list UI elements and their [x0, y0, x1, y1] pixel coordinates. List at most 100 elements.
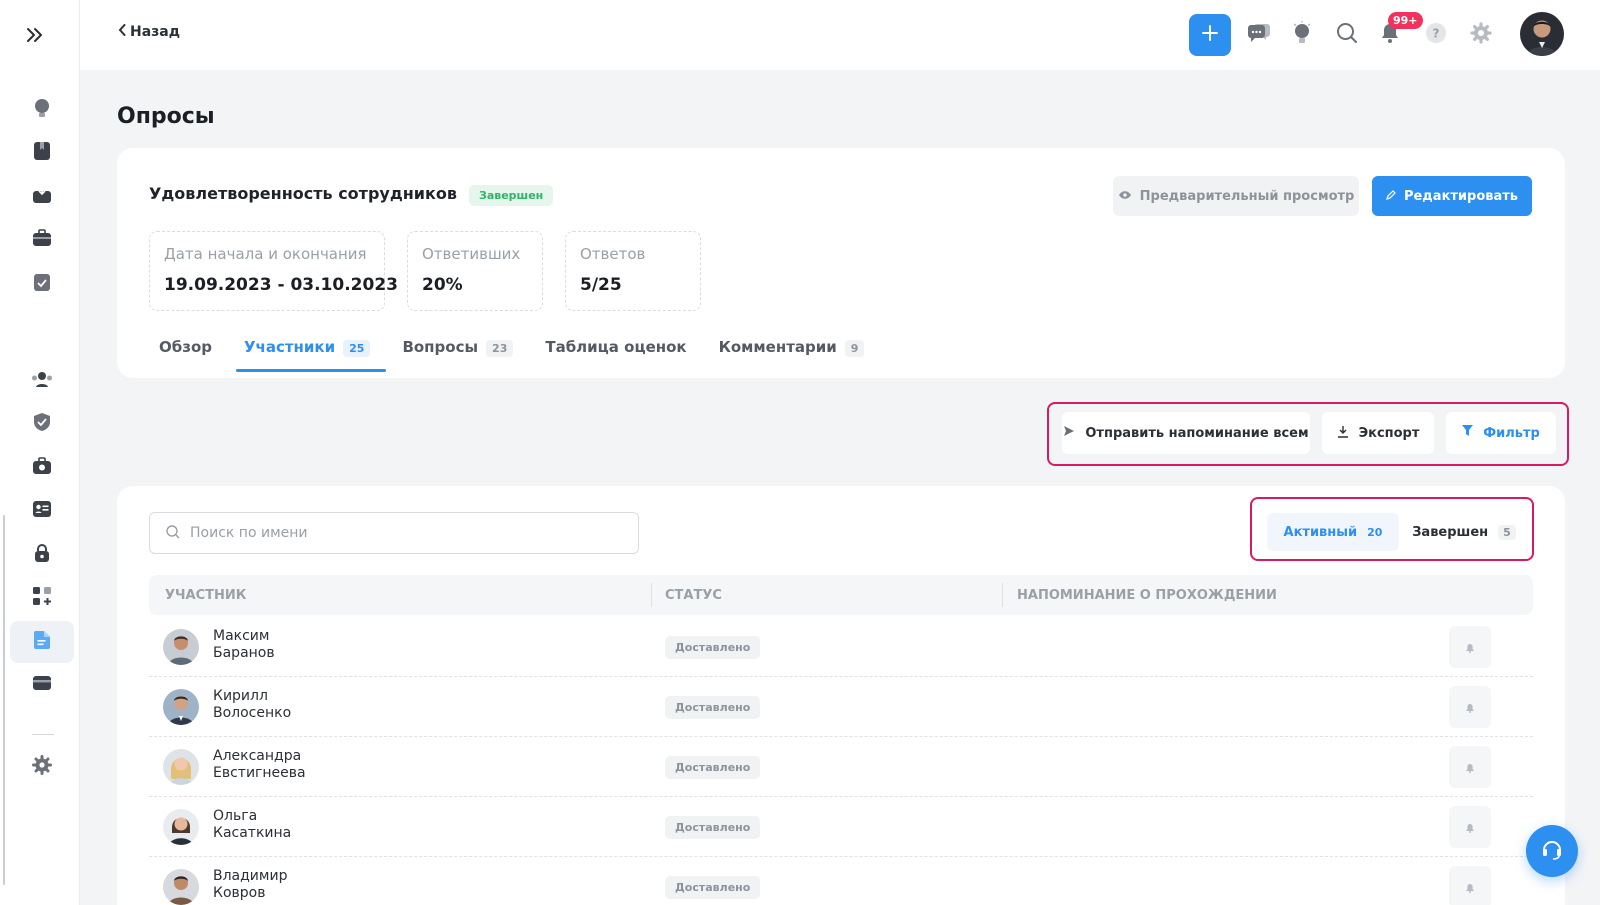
sidebar-item-tasks[interactable]	[10, 263, 74, 305]
table-row: Ольга Касаткина Доставлено	[149, 797, 1533, 857]
remind-button[interactable]	[1449, 686, 1491, 728]
column-divider	[1002, 583, 1003, 607]
filter-icon	[1462, 425, 1474, 441]
delivery-status: Доставлено	[665, 756, 761, 779]
tab-count: 9	[844, 340, 865, 357]
column-status: Статус	[665, 587, 722, 603]
participant-name: Александра Евстигнеева	[213, 748, 306, 781]
help-button[interactable]: ?	[1415, 14, 1457, 56]
sidebar-item-settings[interactable]	[10, 746, 74, 788]
remind-button[interactable]	[1449, 626, 1491, 668]
sidebar-item-profiles[interactable]	[10, 490, 74, 532]
shield-icon	[33, 412, 51, 436]
tab-count: 23	[486, 340, 514, 357]
sidebar-scrollbar[interactable]	[3, 515, 5, 885]
settings-button[interactable]	[1460, 14, 1502, 56]
gear-icon	[32, 755, 52, 779]
chat-icon	[1247, 22, 1271, 48]
search-field[interactable]	[149, 512, 639, 554]
chevron-left-icon	[118, 24, 126, 40]
ideas-button[interactable]	[1281, 14, 1323, 56]
back-label: Назад	[130, 24, 181, 40]
bell-icon	[1466, 818, 1474, 837]
sidebar-item-surveys[interactable]	[10, 621, 74, 663]
filter-label: Фильтр	[1483, 425, 1540, 441]
stat-dates-value: 19.09.2023 - 03.10.2023	[164, 275, 398, 295]
sidebar-item-access[interactable]	[10, 534, 74, 576]
help-icon: ?	[1425, 22, 1447, 48]
tab-scores[interactable]: Таблица оценок	[529, 332, 702, 376]
sidebar	[0, 0, 80, 905]
search-button[interactable]	[1326, 14, 1368, 56]
lock-icon	[33, 543, 51, 567]
preview-button[interactable]: Предварительный просмотр	[1113, 176, 1359, 216]
sidebar-item-apps[interactable]	[10, 577, 74, 619]
remind-button[interactable]	[1449, 806, 1491, 848]
avatar	[163, 689, 199, 725]
send-icon	[1063, 425, 1075, 441]
sidebar-item-team[interactable]	[10, 447, 74, 489]
briefcase-icon	[32, 229, 52, 251]
user-avatar[interactable]	[1520, 12, 1564, 56]
tab-comments[interactable]: Комментарии 9	[703, 332, 881, 376]
bell-icon	[1466, 758, 1474, 777]
document-icon	[33, 630, 51, 654]
edit-button[interactable]: Редактировать	[1372, 176, 1532, 216]
table-header: Участник Статус Напоминание о прохождени…	[149, 575, 1533, 615]
bell-icon	[1466, 698, 1474, 717]
status-segment: Активный 20 Завершен 5	[1250, 497, 1534, 561]
column-divider	[651, 583, 652, 607]
table-row: Максим Баранов Доставлено	[149, 617, 1533, 677]
clipboard-icon	[33, 272, 51, 296]
tab-label: Обзор	[159, 338, 212, 356]
table-row: Владимир Ковров Доставлено	[149, 857, 1533, 905]
participants-card: Активный 20 Завершен 5 Участник Статус Н…	[117, 486, 1565, 905]
bell-icon	[1466, 638, 1474, 657]
delivery-status: Доставлено	[665, 636, 761, 659]
avatar	[163, 869, 199, 905]
tab-participants[interactable]: Участники 25	[228, 332, 387, 376]
edit-label: Редактировать	[1403, 188, 1519, 204]
segment-count: 5	[1498, 524, 1516, 540]
tab-overview[interactable]: Обзор	[143, 332, 228, 376]
status-badge: Завершен	[469, 185, 554, 206]
survey-card: Удовлетворенность сотрудников Завершен П…	[117, 148, 1565, 378]
support-button[interactable]	[1526, 825, 1578, 877]
back-link[interactable]: Назад	[118, 24, 180, 40]
remind-button[interactable]	[1449, 866, 1491, 905]
expand-sidebar-icon[interactable]	[22, 22, 48, 48]
create-button[interactable]	[1189, 14, 1231, 56]
tab-questions[interactable]: Вопросы 23	[386, 332, 529, 376]
segment-count: 20	[1367, 525, 1383, 539]
sidebar-item-billing[interactable]	[10, 664, 74, 706]
participant-name: Ольга Касаткина	[213, 808, 292, 841]
remind-all-label: Отправить напоминание всем	[1085, 425, 1309, 441]
inbox-icon	[32, 186, 52, 208]
sidebar-item-security[interactable]	[10, 403, 74, 445]
sidebar-item-people[interactable]	[10, 360, 74, 402]
search-input[interactable]	[190, 525, 630, 541]
filter-button[interactable]: Фильтр	[1446, 412, 1556, 454]
segment-completed[interactable]: Завершен 5	[1407, 513, 1521, 551]
export-button[interactable]: Экспорт	[1322, 412, 1434, 454]
id-card-icon	[32, 500, 52, 522]
participant-name: Максим Баранов	[213, 628, 275, 661]
sidebar-item-briefcase[interactable]	[10, 219, 74, 261]
sidebar-item-bookmarks[interactable]	[10, 132, 74, 174]
table-row: Кирилл Волосенко Доставлено	[149, 677, 1533, 737]
sidebar-item-inbox[interactable]	[10, 176, 74, 218]
stat-respondents: Ответивших 20%	[407, 231, 543, 311]
tab-count: 25	[343, 340, 371, 357]
remind-button[interactable]	[1449, 746, 1491, 788]
stat-answers-label: Ответов	[580, 245, 646, 263]
svg-text:?: ?	[1433, 27, 1440, 41]
sidebar-item-ideas[interactable]	[10, 89, 74, 131]
preview-label: Предварительный просмотр	[1139, 188, 1355, 204]
eye-icon	[1118, 189, 1132, 204]
pencil-icon	[1386, 189, 1396, 204]
survey-name: Удовлетворенность сотрудников	[149, 184, 457, 203]
lightbulb-icon	[1292, 21, 1312, 49]
chat-button[interactable]	[1238, 14, 1280, 56]
segment-active[interactable]: Активный 20	[1267, 513, 1399, 551]
remind-all-button[interactable]: Отправить напоминание всем	[1062, 412, 1310, 454]
